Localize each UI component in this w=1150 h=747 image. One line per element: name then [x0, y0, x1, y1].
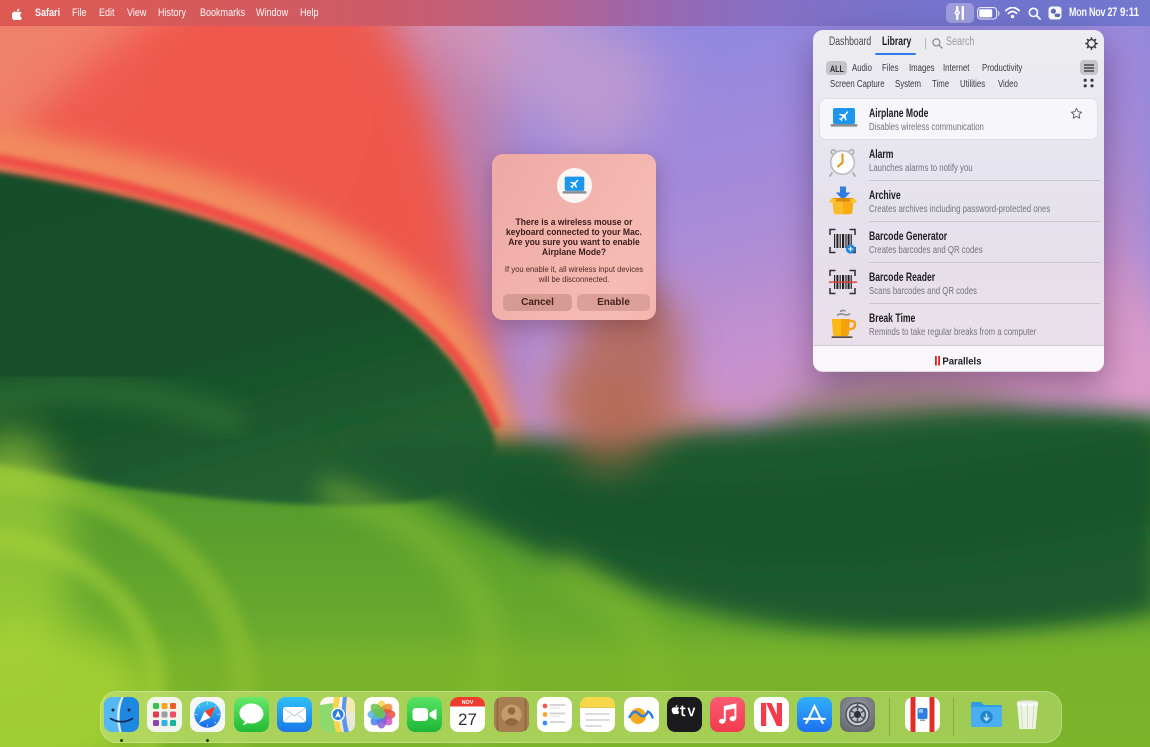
- svg-text:Parallels: Parallels: [942, 356, 982, 367]
- svg-text:NOV: NOV: [462, 700, 474, 706]
- svg-text:27: 27: [458, 710, 477, 729]
